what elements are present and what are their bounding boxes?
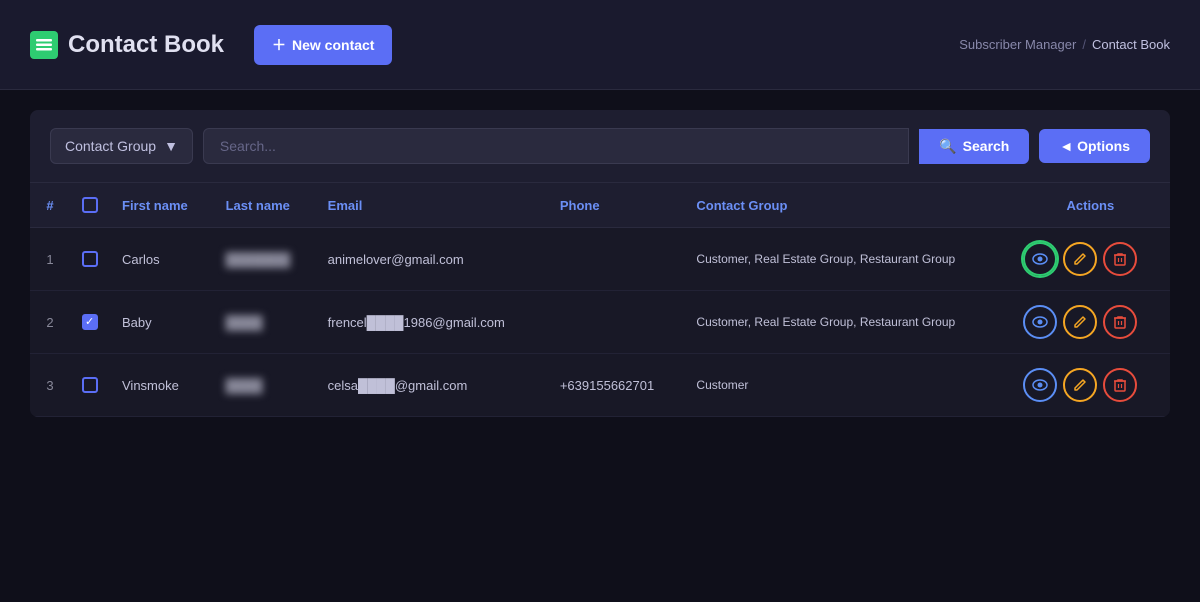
search-icon: 🔍: [939, 138, 956, 155]
delete-button[interactable]: [1103, 368, 1137, 402]
col-phone: Phone: [548, 183, 685, 228]
table-container: # First name Last name Email Phone Conta…: [30, 183, 1170, 417]
email-cell: animelover@gmail.com: [316, 228, 548, 291]
email-cell: frencel████1986@gmail.com: [316, 291, 548, 354]
main-content: Contact Group ▼ 🔍 Search ◄ Options # Fir…: [30, 110, 1170, 417]
contact-group-cell: Customer: [684, 354, 1010, 417]
toolbar: Contact Group ▼ 🔍 Search ◄ Options: [30, 110, 1170, 183]
table-row: 3 Vinsmoke ████ celsa████@gmail.com +639…: [30, 354, 1170, 417]
new-contact-button[interactable]: ＋ New contact: [254, 25, 392, 65]
contact-group-cell: Customer, Real Estate Group, Restaurant …: [684, 228, 1010, 291]
row-number: 2: [30, 291, 70, 354]
col-email: Email: [316, 183, 548, 228]
logo-icon: [30, 31, 58, 59]
row-checkbox[interactable]: [82, 377, 98, 393]
last-name-cell: ████: [214, 291, 316, 354]
logo-area: Contact Book: [30, 31, 224, 59]
actions-cell: [1011, 228, 1170, 291]
edit-button[interactable]: [1063, 368, 1097, 402]
row-checkbox-cell: [70, 354, 110, 417]
col-contact-group: Contact Group: [684, 183, 1010, 228]
table-row: 1 Carlos ███████ animelover@gmail.com Cu…: [30, 228, 1170, 291]
row-checkbox-cell: [70, 291, 110, 354]
col-actions: Actions: [1011, 183, 1170, 228]
col-first-name: First name: [110, 183, 214, 228]
row-checkbox-cell: [70, 228, 110, 291]
search-input[interactable]: [203, 128, 909, 164]
row-number: 3: [30, 354, 70, 417]
first-name-cell: Carlos: [110, 228, 214, 291]
row-checkbox[interactable]: [82, 314, 98, 330]
delete-button[interactable]: [1103, 242, 1137, 276]
col-checkbox: [70, 183, 110, 227]
table-header-row: # First name Last name Email Phone Conta…: [30, 183, 1170, 228]
page-title: Contact Book: [68, 31, 224, 59]
breadcrumb-current: Contact Book: [1092, 37, 1170, 52]
first-name-cell: Vinsmoke: [110, 354, 214, 417]
edit-button[interactable]: [1063, 242, 1097, 276]
breadcrumb-parent: Subscriber Manager: [959, 37, 1076, 52]
view-button[interactable]: [1023, 242, 1057, 276]
view-button[interactable]: [1023, 368, 1057, 402]
phone-cell: [548, 228, 685, 291]
header-checkbox[interactable]: [82, 197, 98, 213]
edit-button[interactable]: [1063, 305, 1097, 339]
delete-button[interactable]: [1103, 305, 1137, 339]
dropdown-chevron-icon: ▼: [164, 138, 178, 154]
row-number: 1: [30, 228, 70, 291]
actions-cell: [1011, 354, 1170, 417]
breadcrumb-separator: /: [1082, 37, 1086, 52]
actions-cell: [1011, 291, 1170, 354]
plus-icon: ＋: [272, 35, 286, 55]
view-button[interactable]: [1023, 305, 1057, 339]
top-bar: Contact Book ＋ New contact Subscriber Ma…: [0, 0, 1200, 90]
last-name-cell: ████: [214, 354, 316, 417]
col-last-name: Last name: [214, 183, 316, 228]
contact-group-cell: Customer, Real Estate Group, Restaurant …: [684, 291, 1010, 354]
table-row: 2 Baby ████ frencel████1986@gmail.com Cu…: [30, 291, 1170, 354]
breadcrumb: Subscriber Manager / Contact Book: [959, 37, 1170, 52]
email-cell: celsa████@gmail.com: [316, 354, 548, 417]
options-button[interactable]: ◄ Options: [1039, 129, 1150, 163]
col-hash: #: [30, 183, 70, 228]
contacts-table: # First name Last name Email Phone Conta…: [30, 183, 1170, 417]
last-name-cell: ███████: [214, 228, 316, 291]
phone-cell: [548, 291, 685, 354]
contact-group-dropdown[interactable]: Contact Group ▼: [50, 128, 193, 164]
phone-cell: +639155662701: [548, 354, 685, 417]
first-name-cell: Baby: [110, 291, 214, 354]
search-button[interactable]: 🔍 Search: [919, 129, 1029, 164]
row-checkbox[interactable]: [82, 251, 98, 267]
